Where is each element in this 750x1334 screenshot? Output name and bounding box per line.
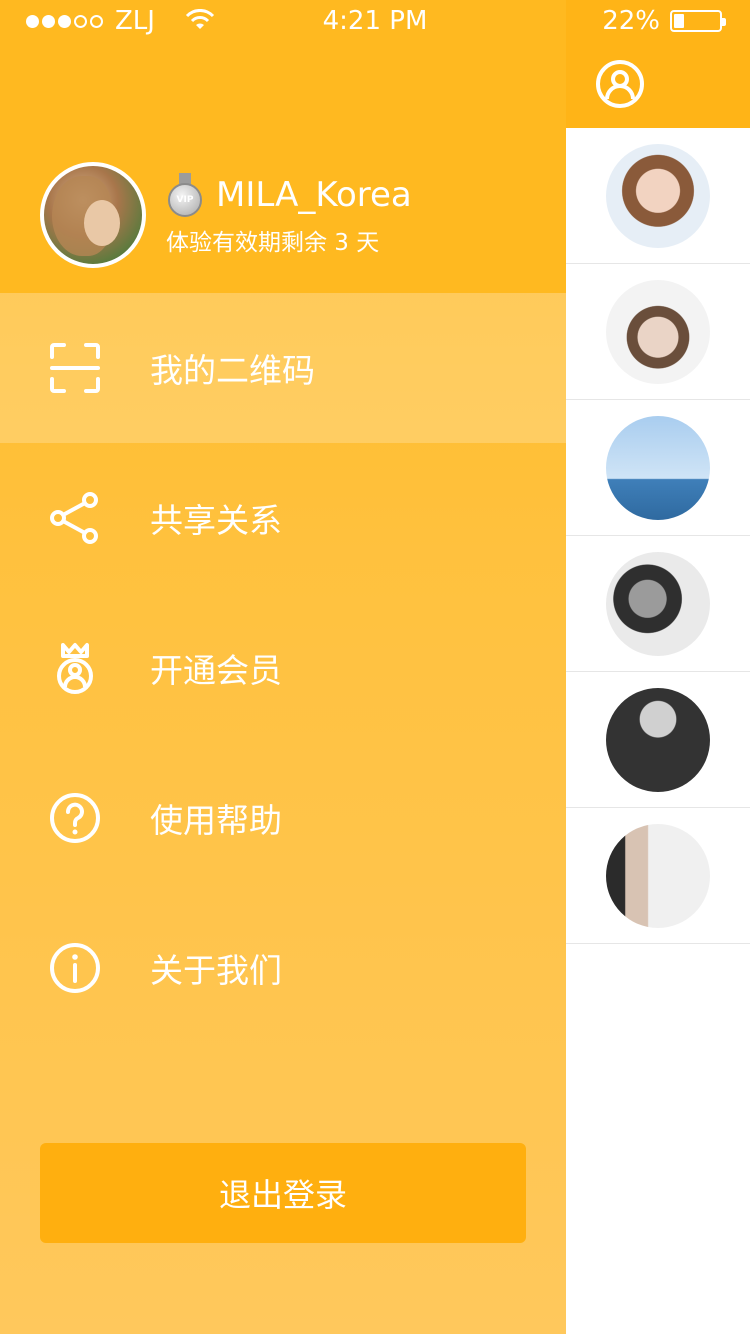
list-item[interactable] [566, 264, 750, 400]
menu-item-share[interactable]: 共享关系 [0, 443, 566, 593]
menu-label-help: 使用帮助 [150, 801, 282, 840]
contact-list [566, 128, 750, 944]
avatar[interactable] [606, 416, 710, 520]
menu-item-help[interactable]: 使用帮助 [0, 743, 566, 893]
vip-badge-text: VIP [168, 183, 202, 217]
name-row: VIP MILA_Korea [166, 173, 412, 217]
menu-label-qr-code: 我的二维码 [150, 351, 315, 390]
battery-percent: 22% [602, 6, 660, 36]
menu-item-membership[interactable]: 开通会员 [0, 593, 566, 743]
user-profile-icon[interactable] [594, 58, 646, 110]
profile-info: VIP MILA_Korea 体验有效期剩余 3 天 [166, 173, 412, 257]
list-item[interactable] [566, 128, 750, 264]
avatar[interactable] [606, 280, 710, 384]
trial-remaining: 体验有效期剩余 3 天 [166, 230, 380, 256]
avatar[interactable] [606, 144, 710, 248]
menu-label-share: 共享关系 [150, 501, 282, 540]
share-icon [50, 492, 98, 544]
avatar[interactable] [606, 688, 710, 792]
info-icon [50, 943, 101, 993]
crown-member-icon [57, 643, 93, 694]
help-icon [50, 793, 100, 843]
avatar[interactable] [606, 824, 710, 928]
menu-item-about[interactable]: 关于我们 [0, 893, 566, 1043]
qr-scan-icon [50, 343, 100, 393]
vip-medal-icon: VIP [166, 173, 204, 217]
avatar[interactable] [40, 162, 146, 268]
username: MILA_Korea [216, 175, 412, 215]
list-item[interactable] [566, 536, 750, 672]
battery-icon [670, 10, 726, 32]
status-bar: ZLJ 4:21 PM 22% [0, 0, 750, 40]
menu-label-membership: 开通会员 [150, 651, 282, 690]
list-item[interactable] [566, 672, 750, 808]
menu-item-qr-code[interactable]: 我的二维码 [0, 293, 566, 443]
list-item[interactable] [566, 808, 750, 944]
profile-header[interactable]: VIP MILA_Korea 体验有效期剩余 3 天 [40, 162, 412, 268]
avatar[interactable] [606, 552, 710, 656]
logout-button[interactable]: 退出登录 [40, 1143, 526, 1243]
list-item[interactable] [566, 400, 750, 536]
menu-label-about: 关于我们 [150, 951, 282, 990]
status-right: 22% [602, 6, 726, 36]
